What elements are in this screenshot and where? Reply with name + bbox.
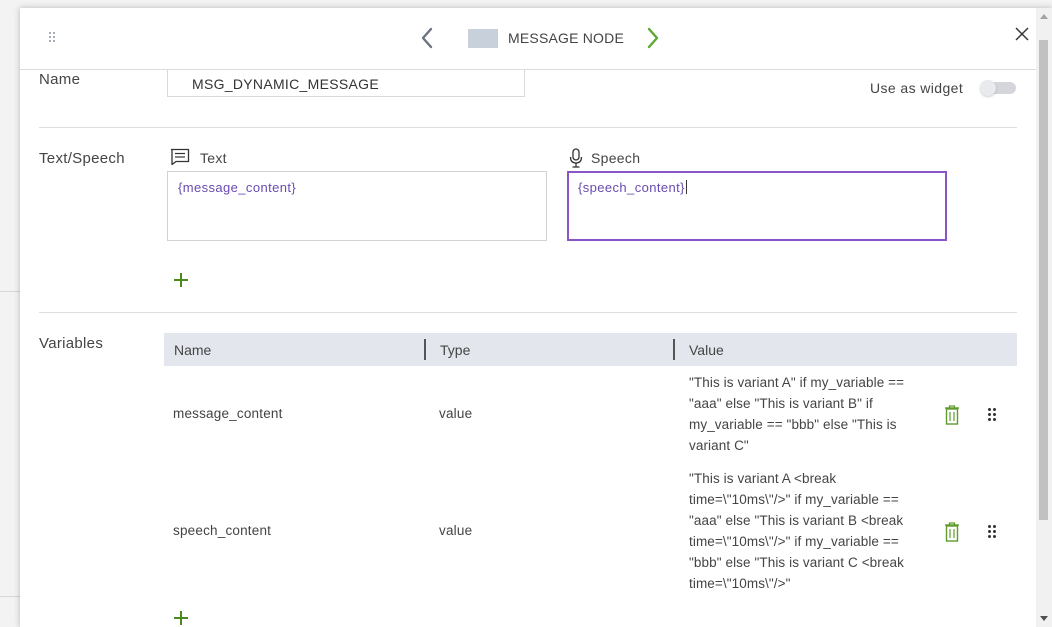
scrollbar-thumb[interactable] [1039,40,1048,520]
speech-content-value: {speech_content} [578,180,685,195]
value-line: "aaa" else "This is variant B <break [689,513,904,528]
background-divider [0,596,20,597]
trash-icon[interactable] [944,405,960,425]
message-icon [170,148,190,166]
column-header-value[interactable]: Value [689,342,724,358]
value-line: time=\"10ms\"/>" if my_variable == [689,492,899,507]
node-color-swatch [468,29,498,48]
speech-content-field[interactable]: {speech_content} [567,171,947,241]
message-node-modal: MESSAGE NODE Name MSG_DYNAMIC_MESSAGE Us… [20,8,1052,627]
widget-label: Use as widget [870,80,964,96]
microphone-icon [569,148,583,168]
value-line: my_variable == "bbb" else "This is [689,417,897,432]
node-title: MESSAGE NODE [508,30,624,46]
chevron-left-icon[interactable] [418,27,438,49]
value-line: "This is variant A <break [689,471,837,486]
section-divider [39,312,1017,313]
scroll-up-arrow-icon[interactable] [1040,14,1048,19]
column-resize-handle[interactable] [673,339,675,360]
value-line: variant C" [689,438,749,453]
variables-table-header: Name Type Value [164,333,1017,366]
text-speech-label: Text/Speech [39,150,125,167]
name-label: Name [39,71,81,88]
variables-label: Variables [39,335,104,352]
scroll-down-arrow-icon[interactable] [1040,616,1048,621]
section-divider [39,127,1017,128]
text-content-value: {message_content} [178,180,297,195]
text-caret [685,180,687,194]
use-as-widget-toggle[interactable] [980,80,1016,96]
variable-type-cell: value [439,523,473,538]
variable-value-cell: "This is variant A <break time=\"10ms\"/… [689,468,914,594]
column-header-type[interactable]: Type [440,342,470,358]
variable-value-cell: "This is variant A" if my_variable == "a… [689,372,914,456]
value-line: time=\"10ms\"/>" [689,576,791,591]
text-label: Text [200,150,227,166]
drag-handle-icon[interactable] [49,32,57,46]
variable-name-cell: speech_content [173,523,272,538]
background-divider [0,291,20,292]
column-resize-handle[interactable] [424,339,426,360]
modal-header: MESSAGE NODE [20,8,1036,70]
variable-type-cell: value [439,406,473,421]
chevron-right-icon[interactable] [642,27,662,49]
value-line: "This is variant A" if my_variable == [689,375,905,390]
text-content-field[interactable]: {message_content} [167,171,547,241]
value-line: time=\"10ms\"/>" if my_variable == [689,534,899,549]
value-line: "aaa" else "This is variant B" if [689,396,873,411]
close-icon[interactable] [1014,26,1030,42]
name-input[interactable]: MSG_DYNAMIC_MESSAGE [167,70,525,97]
value-line: "bbb" else "This is variant C <break [689,555,904,570]
column-header-name[interactable]: Name [174,342,211,358]
variable-name-cell: message_content [173,406,283,421]
speech-label: Speech [591,150,641,166]
add-variable-button[interactable] [174,611,188,625]
trash-icon[interactable] [944,522,960,542]
grip-icon[interactable] [988,525,998,539]
vertical-scrollbar[interactable] [1036,8,1052,627]
grip-icon[interactable] [988,408,998,422]
add-text-variant-button[interactable] [174,273,188,287]
